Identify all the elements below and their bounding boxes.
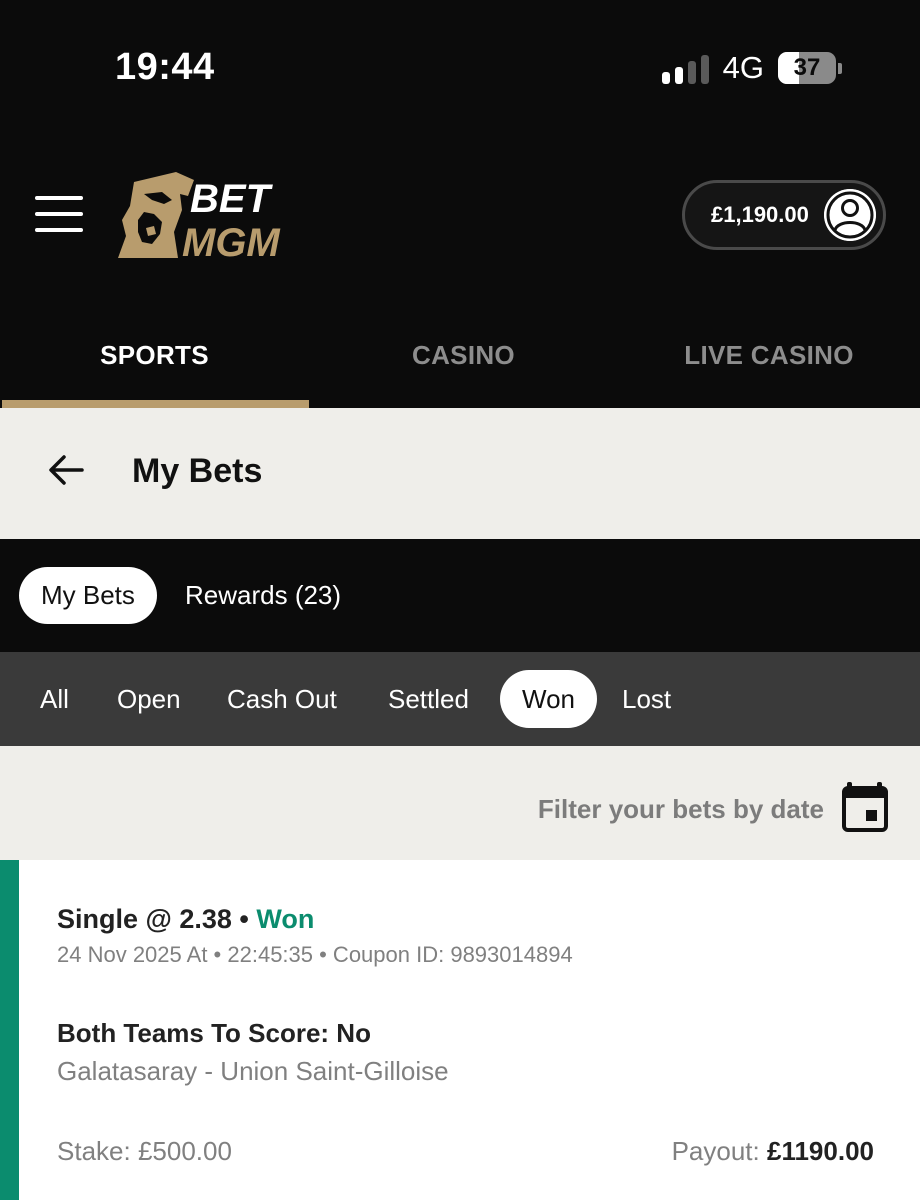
network-type: 4G	[722, 50, 764, 85]
filter-lost[interactable]: Lost	[600, 670, 693, 728]
account-balance-button[interactable]: £1,190.00	[682, 180, 886, 250]
tab-my-bets[interactable]: My Bets	[19, 567, 157, 624]
filter-all[interactable]: All	[18, 670, 91, 728]
battery-icon: 37	[778, 52, 842, 84]
bet-status: Won	[256, 904, 315, 934]
tab-casino[interactable]: CASINO	[309, 310, 618, 408]
calendar-icon[interactable]	[842, 782, 888, 832]
status-bar: 19:44 4G 37	[0, 0, 920, 130]
bet-won-indicator	[0, 860, 19, 1200]
app-header: BET MGM £1,190.00	[0, 130, 920, 310]
bet-filter-tabs: All Open Cash Out Settled Won Lost	[0, 652, 920, 746]
bet-separator: •	[231, 904, 257, 934]
logo-bet-text: BET	[190, 177, 274, 221]
bet-stake: Stake: £500.00	[57, 1136, 232, 1167]
filter-cash-out[interactable]: Cash Out	[205, 670, 359, 728]
account-balance: £1,190.00	[711, 202, 809, 227]
filter-open[interactable]: Open	[95, 670, 203, 728]
bet-market: Both Teams To Score: No	[57, 1018, 371, 1048]
signal-strength-icon	[661, 52, 709, 84]
bets-rewards-tabs: My Bets Rewards (23)	[0, 539, 920, 652]
betmgm-mobile-screen: 19:44 4G 37 BET MGM £1,190.00 SPORTS CAS…	[0, 0, 920, 1200]
bet-type: Single @ 2.38	[57, 904, 232, 934]
hamburger-menu-icon[interactable]	[35, 196, 83, 232]
payout-value: £1190.00	[766, 1136, 874, 1166]
product-tabs: SPORTS CASINO LIVE CASINO	[0, 310, 920, 408]
bet-type-line: Single @ 2.38 • Won	[57, 904, 314, 935]
back-arrow-icon[interactable]	[46, 450, 86, 490]
tab-rewards[interactable]: Rewards (23)	[163, 567, 363, 624]
bet-event: Galatasaray - Union Saint-Gilloise	[57, 1056, 449, 1086]
logo-mgm-text: MGM	[182, 221, 281, 262]
stake-label: Stake:	[57, 1136, 138, 1166]
payout-label: Payout:	[671, 1136, 767, 1166]
date-filter-row[interactable]: Filter your bets by date	[0, 746, 920, 860]
date-filter-label[interactable]: Filter your bets by date	[538, 794, 824, 825]
stake-value: £500.00	[137, 1136, 232, 1166]
battery-level: 37	[793, 54, 821, 81]
status-icons: 4G 37	[661, 50, 842, 86]
bet-card[interactable]: Single @ 2.38 • Won 24 Nov 2025 At • 22:…	[0, 860, 920, 1200]
user-avatar-icon[interactable]	[824, 189, 876, 241]
tab-live-casino[interactable]: LIVE CASINO	[618, 310, 920, 408]
page-title: My Bets	[132, 452, 263, 490]
filter-won[interactable]: Won	[500, 670, 597, 728]
filter-settled[interactable]: Settled	[366, 670, 491, 728]
betmgm-logo[interactable]: BET MGM	[116, 170, 306, 262]
tab-sports[interactable]: SPORTS	[0, 310, 309, 408]
status-time: 19:44	[115, 46, 215, 88]
bet-meta: 24 Nov 2025 At • 22:45:35 • Coupon ID: 9…	[57, 942, 573, 967]
page-header: My Bets	[0, 408, 920, 539]
bet-payout: Payout: £1190.00	[672, 1136, 874, 1167]
